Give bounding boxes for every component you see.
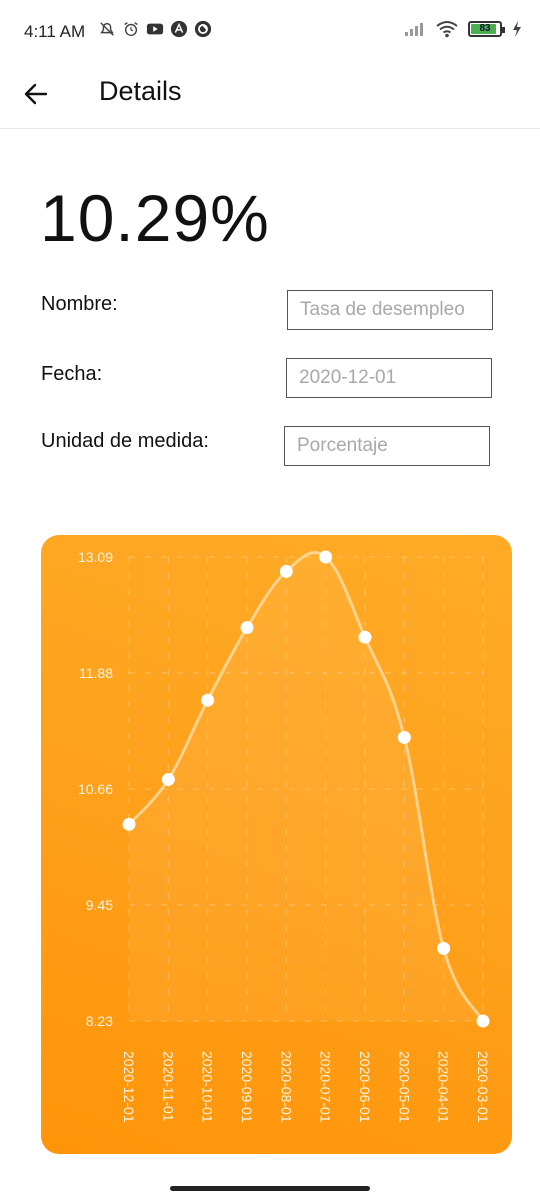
y-tick-label: 10.66 [78, 781, 113, 797]
x-tick-label: 2020-08-01 [278, 1051, 294, 1123]
indicator-value: 10.29% [40, 181, 270, 255]
data-point [437, 941, 451, 955]
x-tick-label: 2020-05-01 [396, 1051, 412, 1123]
line-chart: 13.09 11.88 10.66 9.45 8.23 2020-12-01 2020-11… [41, 535, 512, 1154]
date-field[interactable] [286, 358, 492, 398]
unit-field[interactable] [284, 426, 490, 466]
x-tick-label: 2020-07-01 [318, 1051, 334, 1123]
data-point [201, 693, 215, 707]
back-button[interactable] [16, 74, 56, 114]
unit-label: Unidad de medida: [41, 430, 209, 452]
data-point [161, 772, 175, 786]
alarm-clock-icon [124, 22, 138, 37]
data-point [240, 621, 254, 635]
x-tick-label: 2020-09-01 [239, 1051, 255, 1123]
battery-icon: 83 [468, 21, 505, 37]
page-title: Details [99, 76, 182, 106]
app-bar: Details [0, 64, 540, 129]
youtube-icon [146, 23, 164, 35]
name-label: Nombre: [41, 293, 118, 315]
notification-icons [98, 20, 212, 38]
data-point [279, 564, 293, 578]
data-point [319, 550, 333, 564]
data-point [358, 630, 372, 644]
mute-alarm-icon [100, 22, 114, 36]
chart-svg: 13.09 11.88 10.66 9.45 8.23 2020-12-01 2020-11… [78, 549, 491, 1123]
status-bar: 4:11 AM 83 [0, 0, 540, 64]
charging-icon [513, 21, 521, 37]
x-tick-label: 2020-06-01 [357, 1051, 373, 1123]
app-circle-icon [194, 20, 212, 38]
x-tick-label: 2020-04-01 [436, 1051, 452, 1123]
battery-level: 83 [479, 23, 491, 34]
y-tick-label: 13.09 [78, 549, 113, 565]
x-tick-label: 2020-12-01 [121, 1051, 137, 1123]
name-field[interactable] [287, 290, 493, 330]
arrow-left-icon [24, 83, 48, 105]
signal-icon [405, 23, 423, 36]
status-time: 4:11 AM [24, 22, 86, 41]
system-icons: 83 [404, 20, 522, 38]
home-indicator[interactable] [170, 1186, 370, 1191]
y-tick-label: 11.88 [79, 665, 113, 681]
date-label: Fecha: [41, 363, 103, 385]
series-area [129, 552, 483, 1021]
x-tick-label: 2020-10-01 [200, 1051, 216, 1123]
y-tick-label: 9.45 [86, 897, 113, 913]
app-a-icon [170, 20, 188, 38]
y-tick-label: 8.23 [86, 1013, 113, 1029]
data-point [476, 1014, 490, 1028]
x-tick-label: 2020-11-01 [160, 1051, 176, 1122]
x-tick-label: 2020-03-01 [475, 1051, 491, 1123]
wifi-icon [436, 21, 458, 38]
data-point [122, 817, 136, 831]
data-point [397, 730, 411, 744]
